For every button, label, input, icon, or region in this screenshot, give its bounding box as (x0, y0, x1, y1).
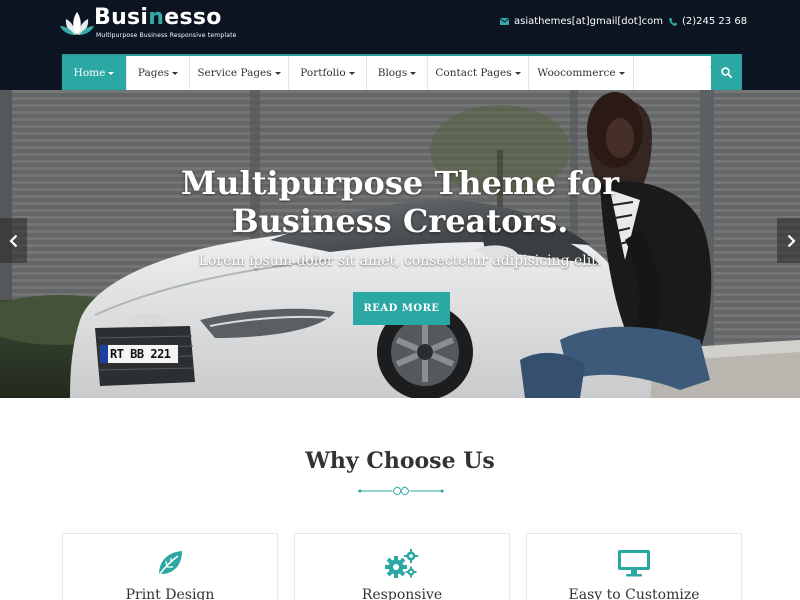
header-phone[interactable]: (2)245 23 68 (669, 16, 747, 27)
nav-item-pages[interactable]: Pages (127, 56, 190, 90)
site-logo[interactable]: Businesso Multipurpose Business Responsi… (60, 5, 236, 42)
phone-text: (2)245 23 68 (682, 16, 748, 27)
hero-slider: Multipurpose Theme for Business Creators… (0, 90, 800, 398)
search-button[interactable] (711, 54, 742, 90)
license-plate: RT BB 221 (99, 344, 179, 364)
slider-prev-button[interactable] (0, 218, 27, 263)
feature-icon-wrap (63, 548, 277, 580)
monitor-icon (618, 550, 650, 577)
main-nav: Home Pages Service Pages Portfolio Blogs… (62, 54, 742, 90)
hero-subtitle: Lorem ipsum dolor sit amet, consectetur … (198, 253, 602, 269)
logo-wordmark: Businesso (94, 5, 222, 30)
caret-down-icon (274, 72, 281, 75)
nav-label: Contact Pages (435, 67, 512, 79)
nav-item-blogs[interactable]: Blogs (367, 56, 428, 90)
section-title: Why Choose Us (305, 448, 495, 474)
gears-icon (385, 549, 418, 578)
nav-label: Home (73, 67, 106, 79)
nav-label: Service Pages (197, 67, 272, 79)
nav-item-woocommerce[interactable]: Woocommerce (529, 56, 634, 90)
feature-icon-wrap (527, 548, 741, 580)
leaf-icon (158, 551, 182, 576)
ornament-divider (358, 486, 444, 496)
nav-item-contact-pages[interactable]: Contact Pages (428, 56, 529, 90)
feature-icon-wrap (295, 548, 509, 580)
feature-card-easy-to-customize[interactable]: Easy to Customize (526, 533, 742, 600)
hero-title: Multipurpose Theme for Business Creators… (0, 164, 800, 240)
nav-item-portfolio[interactable]: Portfolio (289, 56, 367, 90)
caret-down-icon (108, 72, 115, 75)
hero-title-line-2: Business Creators. (231, 202, 569, 240)
feature-title: Responsive (361, 587, 443, 600)
feature-card-responsive[interactable]: Responsive (294, 533, 510, 600)
plate-text: RT BB 221 (110, 347, 171, 361)
caret-down-icon (348, 72, 355, 75)
caret-down-icon (172, 72, 179, 75)
search-icon (721, 66, 732, 78)
lotus-logo-icon (60, 12, 94, 35)
nav-label: Woocommerce (537, 67, 616, 79)
header-email[interactable]: asiathemes[at]gmail[dot]com (500, 16, 663, 27)
caret-down-icon (514, 72, 521, 75)
eu-band (100, 345, 108, 363)
nav-item-home[interactable]: Home (62, 56, 127, 90)
phone-icon (669, 17, 677, 26)
read-more-button[interactable]: READ MORE (353, 292, 450, 325)
caret-down-icon (618, 72, 625, 75)
chevron-right-icon (787, 234, 796, 247)
hero-title-line-1: Multipurpose Theme for (180, 164, 620, 202)
nav-label: Portfolio (300, 67, 346, 79)
chevron-left-icon (8, 234, 17, 247)
caret-down-icon (410, 72, 417, 75)
feature-card-print-design[interactable]: Print Design (62, 533, 278, 600)
feature-title: Easy to Customize (568, 587, 700, 600)
feature-title: Print Design (125, 587, 215, 600)
nav-label: Pages (137, 67, 170, 79)
nav-label: Blogs (377, 67, 408, 79)
logo-tagline: Multipurpose Business Responsive templat… (96, 32, 237, 39)
envelope-icon (500, 18, 509, 25)
nav-item-service-pages[interactable]: Service Pages (190, 56, 289, 90)
email-text: asiathemes[at]gmail[dot]com (514, 16, 663, 27)
slider-next-button[interactable] (777, 218, 800, 263)
